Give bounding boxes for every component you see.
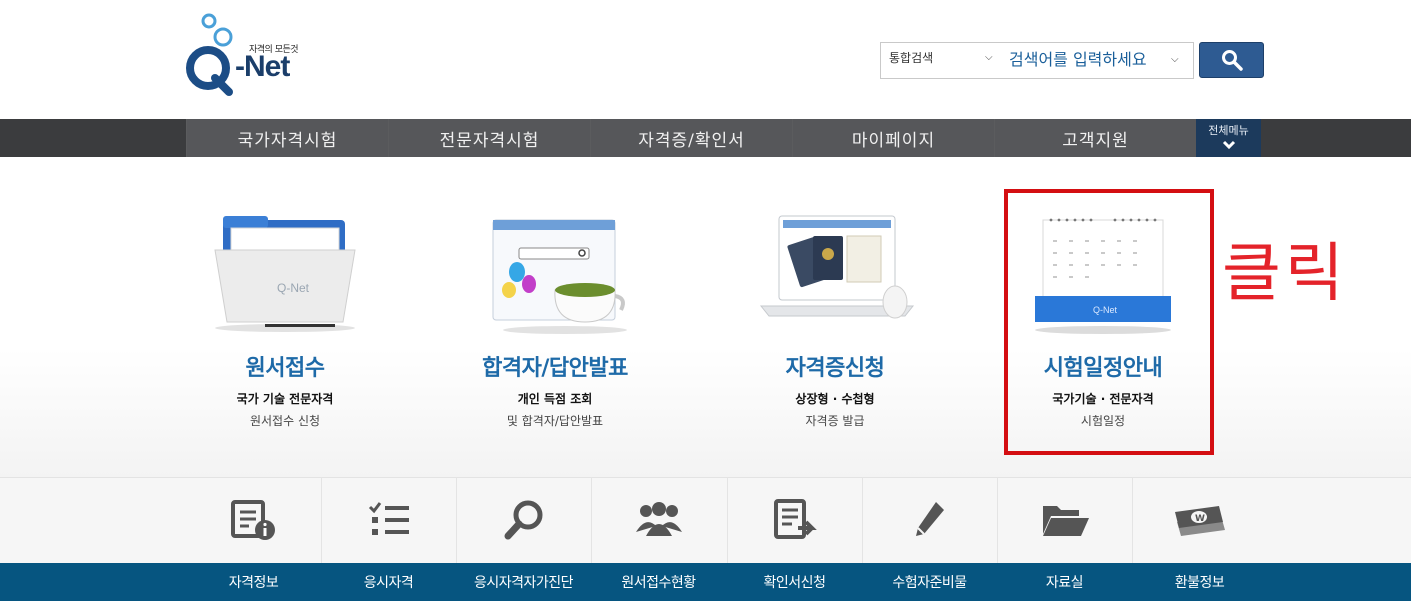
all-menu-button[interactable]: 전체메뉴 bbox=[1196, 119, 1261, 157]
card-results[interactable]: 합격자/답안발표 개인 득점 조회 및 합격자/답안발표 bbox=[435, 190, 675, 440]
card-title: 원서접수 bbox=[245, 356, 325, 381]
search-button[interactable] bbox=[1199, 42, 1264, 78]
card-certificate-request[interactable]: 자격증신청 상장형 · 수첩형 자격증 발급 bbox=[715, 190, 955, 440]
card-subtitle: 개인 득점 조회 bbox=[517, 392, 593, 406]
quick-menu-label: 자료실 bbox=[1045, 575, 1084, 591]
quick-menu-label: 수험자준비물 bbox=[892, 575, 967, 591]
card-title: 합격자/답안발표 bbox=[482, 356, 628, 381]
nav-support[interactable]: 고객지원 bbox=[994, 119, 1196, 157]
quick-menu-item[interactable]: 자료실 bbox=[997, 477, 1132, 601]
svg-text:W: W bbox=[1195, 514, 1205, 524]
chevron-down-icon[interactable]: ⌵ bbox=[1171, 54, 1179, 65]
card-application[interactable]: Q-Net 원서접수 국가 기술 전문자격 원서접수 신청 bbox=[165, 190, 405, 440]
people-icon bbox=[636, 502, 682, 536]
chevron-down-icon[interactable]: ⌵ bbox=[985, 52, 993, 63]
browser-coffee-icon bbox=[492, 219, 627, 334]
search-input[interactable] bbox=[1009, 50, 1169, 69]
card-description: 및 합격자/답안발표 bbox=[506, 414, 604, 428]
pencil-icon bbox=[916, 502, 944, 536]
quick-menu-item[interactable]: 수험자준비물 bbox=[862, 477, 997, 601]
magnifier-icon bbox=[504, 500, 543, 540]
money-icon: W bbox=[1175, 506, 1225, 536]
qnet-logo[interactable]: 자격의 모든것 -Net bbox=[185, 12, 315, 96]
card-description: 원서접수 신청 bbox=[249, 414, 321, 428]
card-subtitle: 상장형 · 수첩형 bbox=[795, 392, 875, 406]
quick-menu-label: 자격정보 bbox=[228, 575, 279, 591]
logo-wordmark: -Net bbox=[235, 50, 290, 83]
folder-icon: Q-Net bbox=[214, 216, 356, 332]
search-box: 통합검색 ⌵ ⌵ bbox=[880, 42, 1194, 79]
folder-open-icon bbox=[1043, 506, 1089, 536]
document-info-icon bbox=[230, 500, 275, 540]
nav-national-exam[interactable]: 국가자격시험 bbox=[186, 119, 388, 157]
quick-menu-label: 확인서신청 bbox=[763, 575, 826, 591]
annotation-click-label: 클릭 bbox=[1222, 237, 1348, 311]
quick-menu-item[interactable]: W 환불정보 bbox=[1132, 477, 1267, 601]
search-scope-select[interactable]: 통합검색 bbox=[889, 49, 933, 66]
quick-menu-item[interactable]: 확인서신청 bbox=[727, 477, 862, 601]
quick-menu-item[interactable]: 응시자격자가진단 bbox=[456, 477, 591, 601]
document-arrow-icon bbox=[774, 499, 817, 539]
search-icon bbox=[1221, 50, 1243, 71]
svg-text:Q-Net: Q-Net bbox=[277, 281, 310, 295]
card-subtitle: 국가 기술 전문자격 bbox=[236, 392, 334, 406]
annotation-highlight-box bbox=[1004, 189, 1214, 455]
passport-laptop-icon bbox=[759, 215, 915, 319]
quick-menu-label: 원서접수현황 bbox=[621, 575, 696, 591]
quick-menu-item[interactable]: 자격정보 bbox=[186, 477, 321, 601]
qnet-home: 자격의 모든것 -Net 통합검색 ⌵ ⌵ 국가자격시험 전문자격시험 자격증/… bbox=[0, 0, 1411, 608]
nav-mypage[interactable]: 마이페이지 bbox=[792, 119, 994, 157]
quick-menu-label: 환불정보 bbox=[1174, 575, 1225, 591]
chevron-down-icon bbox=[1222, 140, 1235, 150]
card-title: 자격증신청 bbox=[785, 356, 885, 381]
quick-menu-item[interactable]: 원서접수현황 bbox=[591, 477, 726, 601]
nav-certificate[interactable]: 자격증/확인서 bbox=[590, 119, 792, 157]
quick-menu-item[interactable]: 응시자격 bbox=[321, 477, 456, 601]
nav-professional-exam[interactable]: 전문자격시험 bbox=[388, 119, 590, 157]
quick-menu-label: 응시자격자가진단 bbox=[473, 575, 574, 591]
main-navigation: 국가자격시험 전문자격시험 자격증/확인서 마이페이지 고객지원 전체메뉴 bbox=[0, 119, 1411, 157]
all-menu-label: 전체메뉴 bbox=[1208, 124, 1249, 137]
card-description: 자격증 발급 bbox=[805, 414, 865, 428]
checklist-icon bbox=[368, 502, 409, 535]
quick-menu-label: 응시자격 bbox=[363, 575, 414, 591]
